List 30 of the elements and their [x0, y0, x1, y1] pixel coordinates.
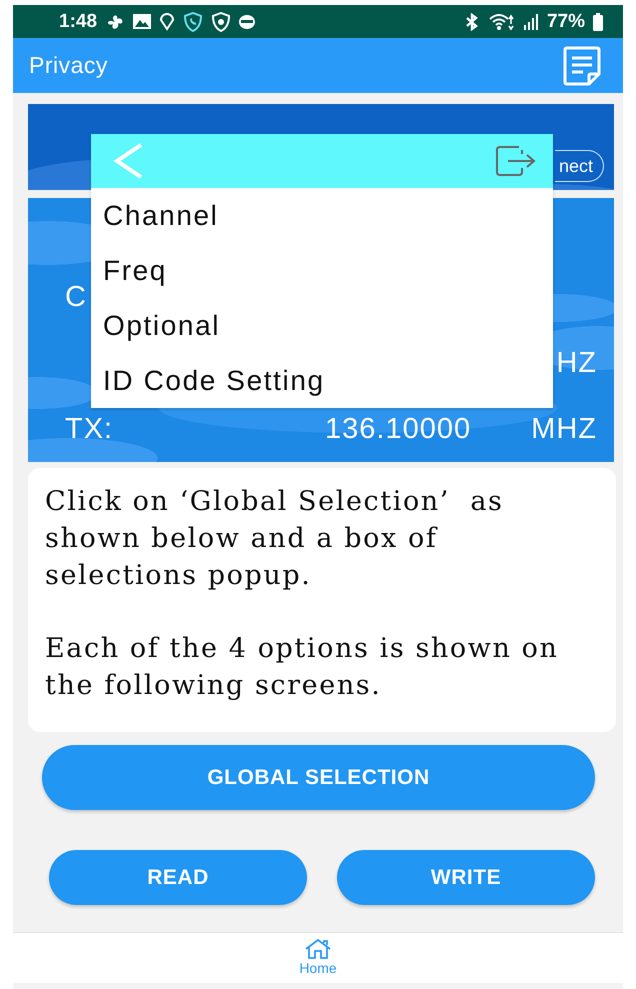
- shield-phone-icon: [183, 12, 204, 32]
- action-button[interactable]: GLOBAL SELECTION: [42, 745, 595, 810]
- menu-item[interactable]: ID Code Setting: [91, 353, 553, 408]
- location-icon: [159, 12, 176, 30]
- menu-item[interactable]: Optional: [91, 298, 553, 353]
- nav-tab[interactable]: Home: [299, 933, 337, 983]
- connect-button[interactable]: nect: [554, 150, 604, 182]
- action-button[interactable]: READ: [49, 850, 307, 905]
- instruction-text: Click on ‘Global Selection’ as shown below and a box of selections popup.: [45, 485, 505, 593]
- fan-icon: [105, 12, 126, 30]
- menu-item[interactable]: Channel: [91, 188, 553, 243]
- unit-label: MHZ: [530, 412, 597, 446]
- screen-title: Privacy: [29, 52, 108, 79]
- shield-icon: [211, 12, 232, 32]
- clock-time: 1:48: [59, 10, 98, 32]
- row-label: C: [65, 280, 88, 314]
- home-icon: [302, 938, 333, 960]
- action-button[interactable]: WRITE: [337, 850, 595, 905]
- document-icon[interactable]: [561, 46, 603, 86]
- battery-percentage: 77%: [546, 10, 585, 32]
- exit-icon[interactable]: [495, 145, 537, 177]
- battery-icon: [593, 12, 603, 30]
- frequency-value: 136.10000: [324, 412, 472, 446]
- menu-item[interactable]: Freq: [91, 243, 553, 298]
- instruction-text: Each of the 4 options is shown on the following screens.: [45, 632, 560, 703]
- image-icon: [133, 14, 152, 29]
- row-label: TX:: [65, 412, 114, 446]
- wifi-icon: [488, 12, 515, 30]
- unit-label: HZ: [555, 346, 597, 380]
- signal-icon: [522, 14, 539, 30]
